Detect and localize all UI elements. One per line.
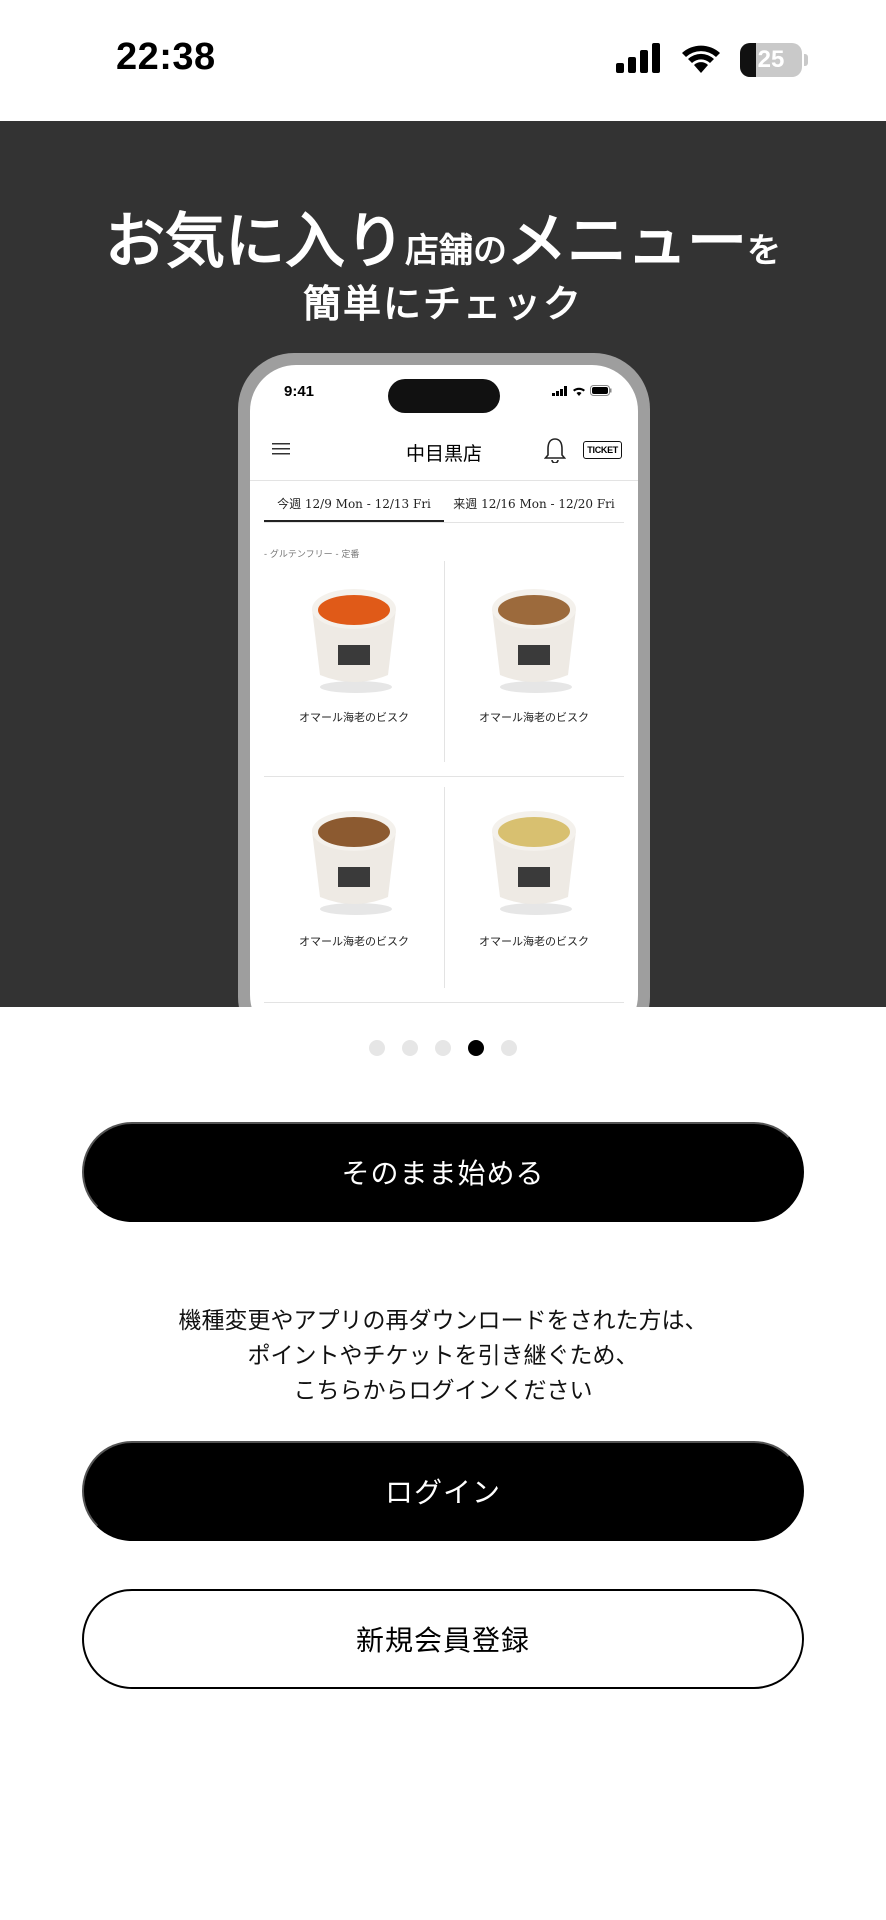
page-dot-active[interactable] <box>468 1040 484 1056</box>
menu-item-name: オマール海老のビスク <box>479 711 589 724</box>
page-dot[interactable] <box>501 1040 517 1056</box>
hero-subheadline: 簡単にチェック <box>302 282 583 326</box>
phone-battery-icon <box>590 385 612 396</box>
menu-item: オマール海老のビスク <box>444 551 624 776</box>
onboarding-slide[interactable]: お気に入り店舗のメニューを 簡単にチェック 9:41 中目黒店 TICKET 今… <box>0 121 886 1007</box>
battery-level: 25 <box>757 46 785 73</box>
headline-part: メニュー <box>507 207 747 277</box>
ticket-icon: TICKET <box>583 441 622 459</box>
battery-cap <box>804 54 808 66</box>
carousel-page-indicator[interactable] <box>0 1040 886 1056</box>
info-line: 機種変更やアプリの再ダウンロードをされた方は、 <box>178 1308 708 1334</box>
soup-cup-image <box>312 811 396 915</box>
phone-signal-icon <box>552 385 567 396</box>
tab-this-week: 今週 12/9 Mon - 12/13 Fri <box>264 483 444 522</box>
wifi-icon <box>680 42 722 78</box>
phone-status-icons <box>552 385 612 396</box>
soup-surface <box>498 595 570 625</box>
soup-surface <box>318 595 390 625</box>
headline-part: を <box>747 231 781 271</box>
login-button[interactable]: ログイン <box>82 1441 804 1541</box>
phone-mockup: 9:41 中目黒店 TICKET 今週 12/9 Mon - 12/13 Fri… <box>238 353 650 1007</box>
phone-menu-grid: - グルテンフリー - 定番 オマール海老のビスク オマール海老のビスク オマー… <box>264 550 624 1003</box>
menu-item-name: オマール海老のビスク <box>299 711 409 724</box>
status-time: 22:38 <box>116 36 216 78</box>
page-dot[interactable] <box>369 1040 385 1056</box>
soup-surface <box>498 817 570 847</box>
menu-item: オマール海老のビスク <box>444 777 624 1002</box>
page-dot[interactable] <box>402 1040 418 1056</box>
soup-surface <box>318 817 390 847</box>
soup-cup-image <box>312 589 396 693</box>
menu-row: - グルテンフリー - 定番 オマール海老のビスク オマール海老のビスク <box>264 550 624 777</box>
menu-row: オマール海老のビスク オマール海老のビスク <box>264 777 624 1003</box>
menu-item-name: オマール海老のビスク <box>299 935 409 948</box>
phone-status-bar: 9:41 <box>250 365 638 415</box>
cellular-signal-icon <box>616 43 662 77</box>
menu-item: オマール海老のビスク <box>264 777 444 1002</box>
tab-next-week: 来週 12/16 Mon - 12/20 Fri <box>453 497 615 511</box>
start-without-login-button[interactable]: そのまま始める <box>82 1122 804 1222</box>
phone-store-title: 中目黒店 <box>405 443 482 465</box>
login-info-text: 機種変更やアプリの再ダウンロードをされた方は、 ポイントやチケットを引き継ぐため… <box>0 1304 886 1409</box>
menu-item-name: オマール海老のビスク <box>479 935 589 948</box>
phone-week-tabs: 今週 12/9 Mon - 12/13 Fri 来週 12/16 Mon - 1… <box>264 483 624 523</box>
headline-part: お気に入り <box>105 207 405 277</box>
soup-cup-image <box>492 811 576 915</box>
phone-time: 9:41 <box>284 383 315 400</box>
phone-wifi-icon <box>573 387 585 396</box>
phone-app-header: 中目黒店 TICKET <box>250 421 638 481</box>
battery-icon: 25 <box>740 43 802 77</box>
headline-part: 店舗の <box>405 231 507 271</box>
status-bar: 22:38 25 <box>0 0 886 121</box>
dynamic-island <box>388 379 500 413</box>
phone-screen: 9:41 中目黒店 TICKET 今週 12/9 Mon - 12/13 Fri… <box>250 365 638 1007</box>
soup-cup-image <box>492 589 576 693</box>
menu-item-tag: - グルテンフリー - 定番 <box>264 550 360 560</box>
info-line: こちらからログインください <box>293 1378 593 1404</box>
status-icons: 25 <box>616 42 808 78</box>
info-line: ポイントやチケットを引き継ぐため、 <box>247 1343 639 1369</box>
hero-headline: お気に入り店舗のメニューを <box>0 193 886 280</box>
register-button[interactable]: 新規会員登録 <box>82 1589 804 1689</box>
menu-item: - グルテンフリー - 定番 オマール海老のビスク <box>264 550 444 776</box>
bell-icon <box>543 437 567 467</box>
page-dot[interactable] <box>435 1040 451 1056</box>
